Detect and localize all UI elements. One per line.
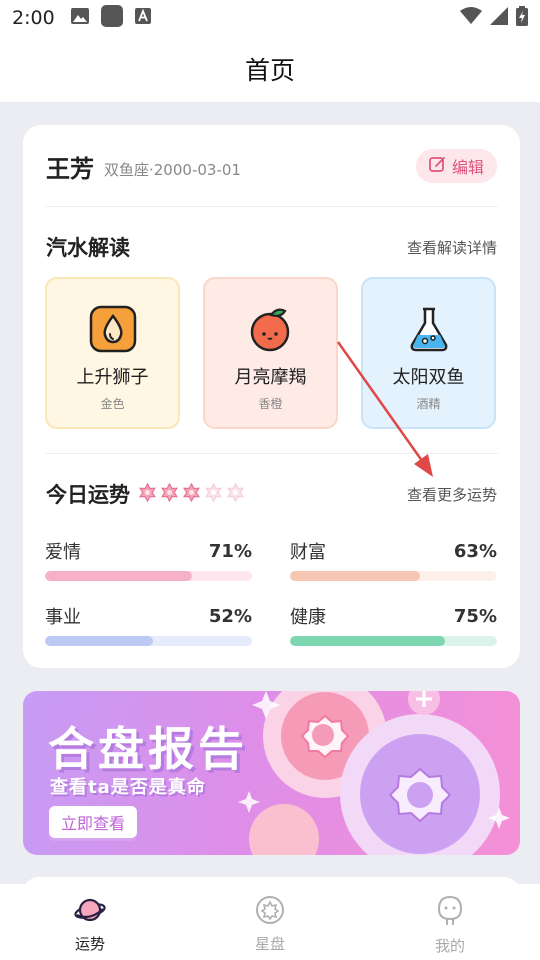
view-now-button[interactable]: 立即查看 xyxy=(49,806,137,838)
tab-mine[interactable]: 我的 xyxy=(360,884,540,960)
fortune-title: 今日运势 xyxy=(46,483,130,507)
stat-label: 爱情 xyxy=(45,542,81,563)
star-filled-icon xyxy=(182,482,201,506)
sign-card-flavor: 酒精 xyxy=(416,397,441,411)
font-notification-icon xyxy=(134,8,151,28)
sign-card-label: 上升狮子 xyxy=(76,367,149,388)
banner-subtitle: 查看ta是否是真命 xyxy=(50,777,206,798)
profile-header: 王芳 双鱼座·2000-03-01 编辑 xyxy=(46,149,497,183)
banner-title: 合盘报告 xyxy=(48,722,248,776)
title-bar: 首页 xyxy=(0,36,540,102)
qishui-title: 汽水解读 xyxy=(46,236,130,260)
stat-progress-fill xyxy=(290,636,446,646)
qishui-detail-link[interactable]: 查看解读详情 xyxy=(407,237,497,258)
fortune-star-rating xyxy=(138,482,245,506)
fortune-stat-wealth: 财富 63% xyxy=(290,538,497,581)
tab-label: 运势 xyxy=(74,935,105,953)
synastry-report-banner[interactable]: 合盘报告 查看ta是否是真命 立即查看 xyxy=(23,691,520,855)
image-notification-icon xyxy=(70,8,89,28)
sign-card-label: 太阳双鱼 xyxy=(392,367,465,388)
flask-icon xyxy=(405,305,453,353)
orange-icon xyxy=(247,305,295,353)
battery-charging-icon xyxy=(516,6,528,30)
stat-progress-fill xyxy=(290,571,421,581)
status-bar: 2:00 xyxy=(0,0,540,36)
bottom-tab-bar: 运势 星盘 我的 xyxy=(0,884,540,960)
sign-card-flavor: 金色 xyxy=(100,397,125,411)
divider xyxy=(45,453,498,454)
fortune-more-link[interactable]: 查看更多运势 xyxy=(407,484,497,505)
wifi-icon xyxy=(460,7,482,29)
divider xyxy=(45,206,498,207)
stat-progress-track xyxy=(290,571,497,581)
stat-label: 健康 xyxy=(290,607,326,628)
sign-card-sun[interactable]: 太阳双鱼 酒精 xyxy=(361,277,496,429)
fortune-stat-health: 健康 75% xyxy=(290,603,497,646)
tab-label: 星盘 xyxy=(254,935,285,953)
tab-label: 我的 xyxy=(434,937,465,955)
stat-progress-track xyxy=(45,571,252,581)
tab-fortune[interactable]: 运势 xyxy=(0,884,180,960)
astro-wheel-icon xyxy=(255,895,285,929)
stat-percent: 63% xyxy=(453,540,497,562)
drop-icon xyxy=(89,305,137,353)
planet-icon xyxy=(74,895,106,929)
edit-icon xyxy=(429,156,446,177)
sign-card-moon[interactable]: 月亮摩羯 香橙 xyxy=(203,277,338,429)
stat-percent: 75% xyxy=(453,605,497,627)
sign-card-label: 月亮摩羯 xyxy=(234,367,307,388)
fortune-stat-career: 事业 52% xyxy=(45,603,252,646)
page-title: 首页 xyxy=(244,56,295,85)
app-notification-icon xyxy=(100,5,123,31)
qishui-section-header: 汽水解读 查看解读详情 xyxy=(46,231,497,263)
star-filled-icon xyxy=(160,482,179,506)
star-empty-icon xyxy=(204,482,223,506)
status-time: 2:00 xyxy=(12,7,55,29)
user-name: 王芳 xyxy=(46,154,94,183)
edit-button-label: 编辑 xyxy=(451,158,484,177)
user-sign-birthdate: 双鱼座·2000-03-01 xyxy=(104,160,241,179)
stat-progress-fill xyxy=(45,636,153,646)
person-icon xyxy=(436,895,464,931)
star-empty-icon xyxy=(226,482,245,506)
fortune-stat-love: 爱情 71% xyxy=(45,538,252,581)
edit-button[interactable]: 编辑 xyxy=(415,149,497,183)
stat-percent: 71% xyxy=(208,540,252,562)
stat-progress-fill xyxy=(45,571,192,581)
fortune-section-header: 今日运势 查看更多运势 xyxy=(46,478,497,510)
sign-card-flavor: 香橙 xyxy=(258,397,283,411)
stat-progress-track xyxy=(45,636,252,646)
tab-chart[interactable]: 星盘 xyxy=(180,884,360,960)
stat-label: 财富 xyxy=(290,542,326,563)
stat-label: 事业 xyxy=(45,607,81,628)
stat-progress-track xyxy=(290,636,497,646)
stat-percent: 52% xyxy=(208,605,252,627)
sign-card-ascendant[interactable]: 上升狮子 金色 xyxy=(45,277,180,429)
profile-card: 王芳 双鱼座·2000-03-01 编辑 汽水解读 查看解读详情 上升狮子 金色… xyxy=(23,125,520,668)
cellular-signal-icon xyxy=(490,7,508,29)
star-filled-icon xyxy=(138,482,157,506)
